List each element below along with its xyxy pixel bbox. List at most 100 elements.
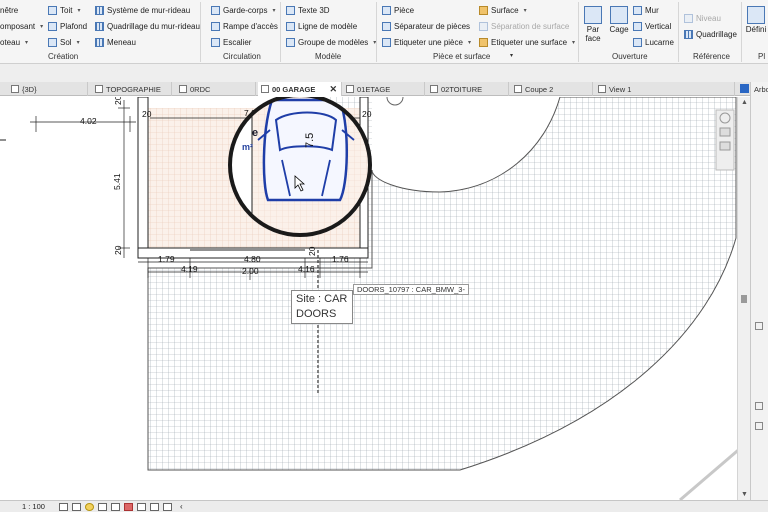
temporary-hide-icon[interactable] — [136, 502, 146, 511]
dimension-20[interactable]: 20 — [307, 246, 317, 256]
zoom-icon[interactable] — [719, 127, 731, 137]
ribbon-composant-button[interactable]: omposant ▾ — [0, 20, 43, 32]
sun-path-icon[interactable] — [84, 502, 94, 511]
ribbon-definir-label: Défini — [745, 25, 767, 34]
tab-02toiture[interactable]: 02TOITURE — [427, 82, 509, 96]
ribbon-sol-button[interactable]: Sol ▾ — [48, 36, 80, 48]
project-browser-panel: Arbo — [750, 82, 768, 512]
ribbon-separation-surface-button[interactable]: Séparation de surface — [479, 20, 569, 32]
ribbon-texte-3d-button[interactable]: Texte 3D — [286, 4, 330, 16]
tab-00-garage[interactable]: 00 GARAGE ✕ — [258, 82, 342, 96]
tab-01etage[interactable]: 01ETAGE — [343, 82, 425, 96]
floor-plan-drawing[interactable]: 4.02 7.95 5.41 20 20 20 20 20 1.79 4.80 … — [0, 97, 750, 500]
pan-icon[interactable] — [719, 141, 731, 151]
collapse-arrow-icon[interactable]: ‹ — [180, 502, 183, 511]
tab-label: Coupe 2 — [525, 84, 554, 94]
tree-toggle-icon[interactable] — [755, 322, 763, 330]
tab-menu-icon[interactable] — [740, 84, 749, 93]
worksharing-icon[interactable] — [162, 502, 172, 511]
dimension-4-80[interactable]: 4.80 — [244, 254, 261, 264]
dimension-1-76[interactable]: 1.76 — [332, 254, 349, 264]
tab-coupe-2[interactable]: Coupe 2 — [511, 82, 593, 96]
scroll-thumb[interactable] — [741, 295, 747, 303]
ribbon-separator — [200, 2, 201, 62]
ribbon-etiqueter-piece-button[interactable]: Etiqueter une pièce ▾ — [382, 36, 471, 48]
ribbon-par-face-button[interactable]: Par face — [581, 6, 605, 43]
show-crop-icon[interactable] — [123, 502, 133, 511]
shadows-icon[interactable] — [97, 502, 107, 511]
dimension-20[interactable]: 20 — [362, 109, 372, 119]
model-line-icon — [286, 21, 295, 31]
dimension-1-79[interactable]: 1.79 — [158, 254, 175, 264]
dimension-4-16[interactable]: 4.16 — [298, 264, 315, 274]
ribbon-toit-button[interactable]: Toit ▾ — [48, 4, 80, 16]
reveal-hidden-icon[interactable] — [149, 502, 159, 511]
dimension-5-41[interactable]: 5.41 — [112, 173, 122, 190]
tab-view-1[interactable]: View 1 — [595, 82, 735, 96]
ribbon-poteau-button[interactable]: oteau ▾ — [0, 36, 28, 48]
tab-topographie[interactable]: TOPOGRAPHIE — [92, 82, 172, 96]
ribbon-fenetre-button[interactable]: nêtre — [0, 4, 18, 16]
ribbon-mur-button[interactable]: Mur — [633, 4, 659, 16]
ribbon-meneau-button[interactable]: Meneau — [95, 36, 136, 48]
dimension-7-5[interactable]: 7.5 — [304, 133, 316, 148]
detail-level-icon[interactable] — [58, 502, 68, 511]
dimension-2-00[interactable]: 2.00 — [242, 266, 259, 276]
tab-3d[interactable]: {3D} — [8, 82, 88, 96]
dimension-4-19[interactable]: 4.19 — [181, 264, 198, 274]
drawing-canvas[interactable]: 4.02 7.95 5.41 20 20 20 20 20 1.79 4.80 … — [0, 97, 750, 500]
tab-label: TOPOGRAPHIE — [106, 84, 161, 94]
shaft-icon — [610, 6, 628, 24]
navigation-bar[interactable] — [715, 109, 735, 171]
ramp-icon — [211, 21, 220, 31]
vertical-scrollbar[interactable]: ▲ ▼ — [737, 97, 750, 500]
ribbon-quadrillage-mur-rideau-button[interactable]: Quadrillage du mur-rideau — [95, 20, 200, 32]
ribbon-etiqueter-surface-button[interactable]: Etiqueter une surface ▾ — [479, 36, 575, 48]
ribbon-niveau-button[interactable]: Niveau — [684, 12, 721, 24]
crop-view-icon[interactable] — [110, 502, 120, 511]
dropdown-arrow-icon: ▾ — [40, 23, 44, 30]
ribbon-systeme-mur-rideau-button[interactable]: Système de mur-rideau — [95, 4, 190, 16]
ribbon-cage-button[interactable]: Cage — [607, 6, 631, 34]
view-tab-bar: {3D} TOPOGRAPHIE 0RDC 00 GARAGE ✕ 01ETAGE… — [0, 82, 750, 96]
group-label-piece-surface[interactable]: Pièce et surface — [433, 52, 490, 61]
dimension-20[interactable]: 20 — [113, 97, 123, 105]
ribbon-rampe-button[interactable]: Rampe d'accès — [211, 20, 278, 32]
dropdown-arrow-icon: ▾ — [25, 39, 29, 46]
ribbon-surface-button[interactable]: Surface ▾ — [479, 4, 527, 16]
tree-toggle-icon[interactable] — [755, 422, 763, 430]
ribbon-niveau-label: Niveau — [696, 13, 721, 23]
ribbon-escalier-button[interactable]: Escalier — [211, 36, 251, 48]
view-scale[interactable]: 1 : 100 — [22, 502, 45, 511]
ribbon-systeme-mur-rideau-label: Système de mur-rideau — [107, 5, 191, 15]
ribbon-quadrillage-button[interactable]: Quadrillage — [684, 28, 737, 40]
ribbon-vertical-button[interactable]: Vertical — [633, 20, 671, 32]
group-dropdown-arrow-icon[interactable]: ▾ — [510, 52, 513, 59]
dimension-20[interactable]: 20 — [113, 245, 123, 255]
scroll-down-icon[interactable]: ▼ — [741, 491, 748, 498]
ribbon-lucarne-button[interactable]: Lucarne — [633, 36, 674, 48]
area-icon — [479, 5, 488, 15]
dimension-4-02[interactable]: 4.02 — [80, 116, 97, 126]
ribbon-plafond-button[interactable]: Plafond — [48, 20, 87, 32]
tree-toggle-icon[interactable] — [755, 402, 763, 410]
ribbon-separation-surface-label: Séparation de surface — [491, 21, 570, 31]
tab-close-icon[interactable]: ✕ — [329, 84, 337, 95]
ribbon-separateur-pieces-button[interactable]: Séparateur de pièces — [382, 20, 470, 32]
group-label-pl: Pl — [758, 52, 766, 61]
ribbon-piece-button[interactable]: Pièce — [382, 4, 414, 16]
dimension-20[interactable]: 20 — [142, 109, 152, 119]
visual-style-icon[interactable] — [71, 502, 81, 511]
ribbon-ligne-modele-button[interactable]: Ligne de modèle — [286, 20, 357, 32]
ribbon-vertical-label: Vertical — [645, 21, 672, 31]
scroll-up-icon[interactable]: ▲ — [741, 99, 748, 106]
ribbon-definir-button[interactable]: Défini — [744, 6, 768, 34]
wall-opening-icon — [633, 5, 642, 15]
dropdown-arrow-icon: ▾ — [523, 7, 527, 14]
tag-room-icon — [382, 37, 391, 47]
ribbon-groupe-modeles-button[interactable]: Groupe de modèles ▾ — [286, 36, 376, 48]
ribbon-lucarne-label: Lucarne — [645, 37, 674, 47]
ribbon-garde-corps-button[interactable]: Garde-corps ▾ — [211, 4, 275, 16]
tab-0rdc[interactable]: 0RDC — [176, 82, 256, 96]
ribbon-escalier-label: Escalier — [223, 37, 252, 47]
